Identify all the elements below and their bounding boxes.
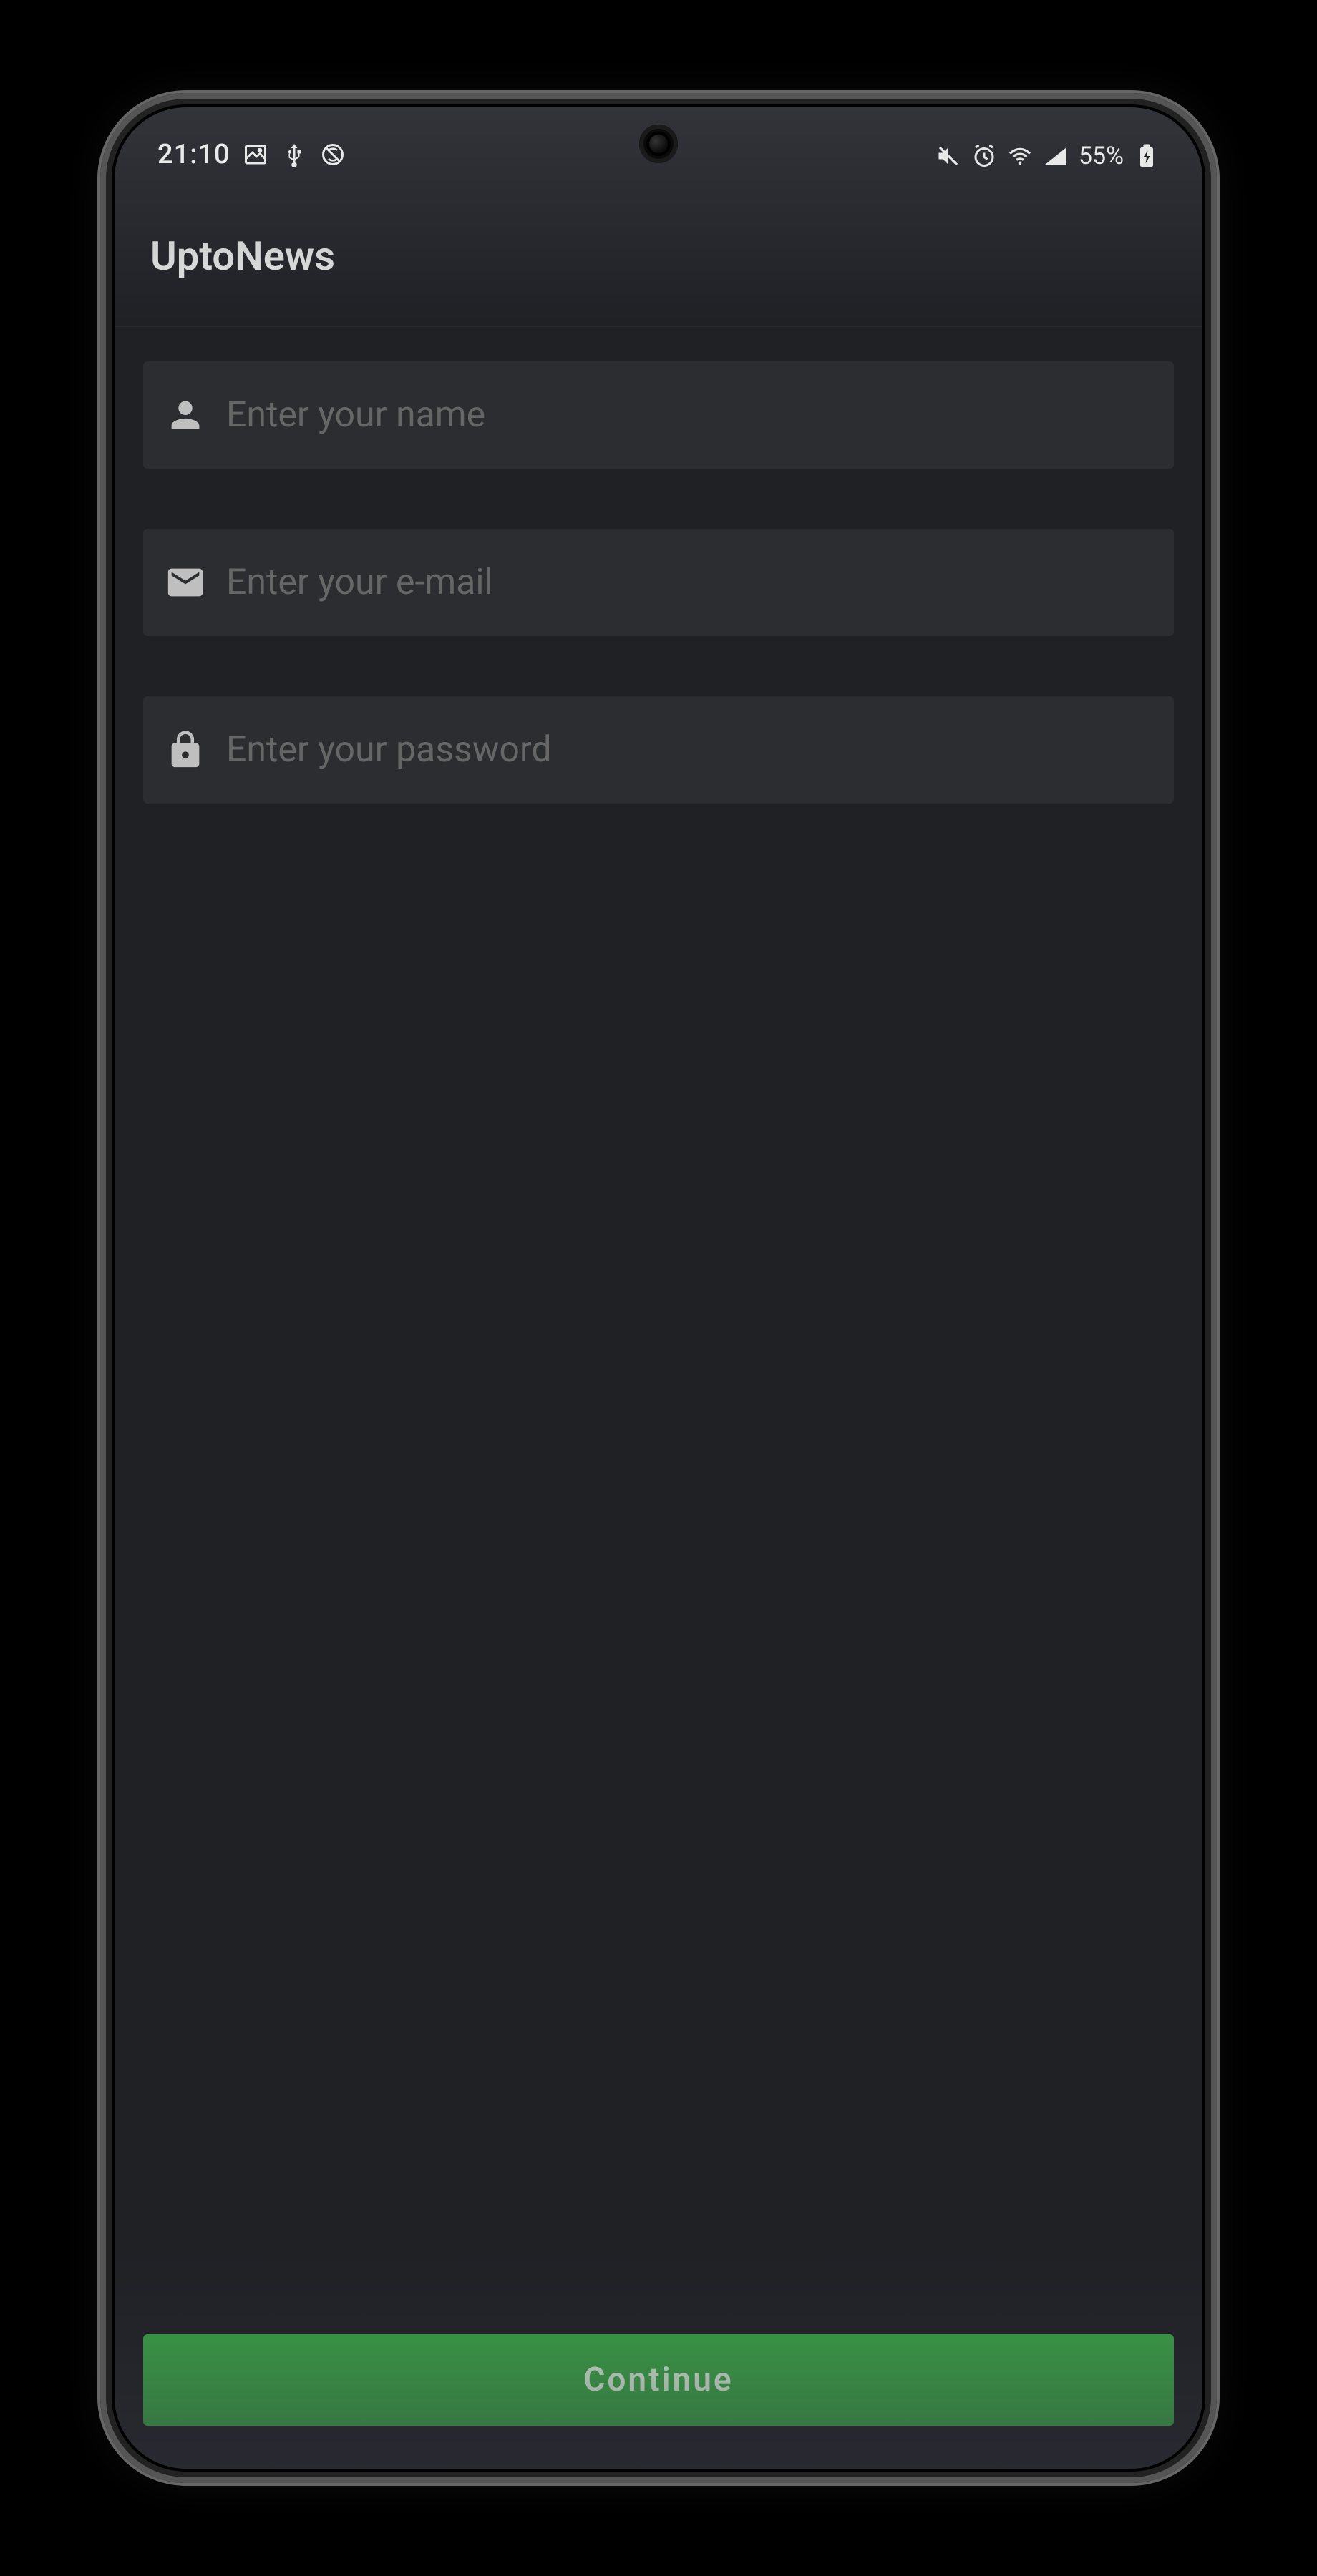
wifi-icon [1007, 143, 1033, 169]
battery-charging-icon [1134, 143, 1160, 169]
email-input[interactable] [226, 562, 1152, 603]
name-input[interactable] [226, 394, 1152, 436]
usb-icon [281, 142, 307, 167]
lock-icon [165, 729, 206, 771]
email-icon [165, 562, 206, 603]
alarm-icon [971, 143, 997, 169]
continue-button[interactable]: Continue [143, 2334, 1174, 2426]
password-field-container[interactable] [143, 696, 1174, 804]
signup-form [115, 327, 1202, 2334]
phone-frame: 21:10 [100, 93, 1217, 2483]
status-time: 21:10 [157, 139, 230, 170]
app-header: UptoNews [115, 179, 1202, 327]
email-field-container[interactable] [143, 529, 1174, 636]
phone-screen: 21:10 [115, 107, 1202, 2469]
camera-notch [639, 125, 678, 163]
app-title: UptoNews [150, 233, 1167, 280]
signal-icon [1043, 143, 1069, 169]
person-icon [165, 394, 206, 436]
battery-percentage: 55% [1079, 142, 1124, 170]
mute-icon [935, 143, 961, 169]
sync-off-icon [320, 142, 346, 167]
bottom-action-area: Continue [115, 2334, 1202, 2469]
image-icon [243, 142, 268, 167]
name-field-container[interactable] [143, 361, 1174, 469]
status-bar-left: 21:10 [157, 139, 346, 170]
password-input[interactable] [226, 729, 1152, 771]
status-bar-right: 55% [935, 142, 1160, 170]
